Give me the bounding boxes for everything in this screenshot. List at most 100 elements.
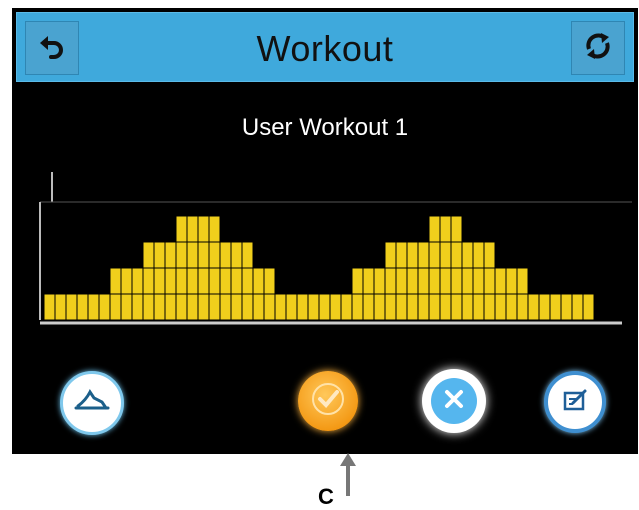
chart-bar-cell: [175, 293, 188, 321]
chart-bar-cell: [395, 293, 408, 321]
chart-bar-cell: [186, 215, 199, 243]
chart-bar-cell: [439, 241, 452, 269]
chart-bar-cell: [505, 267, 518, 295]
chart-bar-cell: [461, 241, 474, 269]
chart-bar-cell: [483, 293, 496, 321]
chart-bar-cell: [208, 241, 221, 269]
chart-bar-cell: [439, 267, 452, 295]
chart-bar-cell: [516, 267, 529, 295]
annotation-label: C: [318, 484, 334, 509]
chart-bar-cell: [54, 293, 67, 321]
chart-bar-cell: [505, 293, 518, 321]
chart-bar-cell: [417, 241, 430, 269]
chart-bar-cell: [439, 215, 452, 243]
chart-bar-cell: [406, 267, 419, 295]
chart-bar-cell: [450, 215, 463, 243]
chart-bar-cell: [450, 241, 463, 269]
chart-bar-cell: [384, 293, 397, 321]
chart-bar-cell: [439, 293, 452, 321]
chart-bar-cell: [351, 293, 364, 321]
chart-bar-cell: [186, 293, 199, 321]
edit-pencil-icon: [560, 385, 590, 420]
exit-button[interactable]: [60, 371, 124, 435]
chart-bar-cell: [428, 241, 441, 269]
chart-bar-cell: [527, 293, 540, 321]
chart-bar-cell: [43, 293, 56, 321]
chart-bar-cell: [98, 293, 111, 321]
chart-bar-cell: [164, 241, 177, 269]
chart-bar-cell: [252, 293, 265, 321]
chart-bar-cell: [197, 241, 210, 269]
chart-bar-cell: [560, 293, 573, 321]
chart-bar-cell: [109, 293, 122, 321]
chart-bar-cell: [472, 241, 485, 269]
chart-bar-cell: [186, 241, 199, 269]
page-title: Workout: [256, 28, 394, 69]
workout-profile-chart: [12, 168, 638, 338]
chart-bar-cell: [175, 241, 188, 269]
chart-bar-cell: [197, 215, 210, 243]
chart-bar-cell: [197, 293, 210, 321]
chart-bar-cell: [340, 293, 353, 321]
chart-bar-cell: [263, 267, 276, 295]
annotation-arrow-icon: [339, 452, 357, 503]
chart-bar-cell: [461, 293, 474, 321]
chart-bar-cell: [208, 293, 221, 321]
chart-bar-cell: [461, 267, 474, 295]
chart-bar-cell: [538, 293, 551, 321]
chart-bar-cell: [219, 293, 232, 321]
chart-bar-cell: [307, 293, 320, 321]
chart-bar-cell: [252, 267, 265, 295]
chart-bar-cell: [219, 241, 232, 269]
chart-bar-cell: [175, 267, 188, 295]
chart-bar-cell: [450, 267, 463, 295]
chart-bar-cell: [230, 241, 243, 269]
chart-bar-cell: [329, 293, 342, 321]
chart-bar-cell: [417, 267, 430, 295]
chart-bar-cell: [65, 293, 78, 321]
edit-button[interactable]: [544, 371, 606, 433]
chart-bar-cell: [153, 241, 166, 269]
refresh-arrows-icon: [581, 29, 615, 68]
refresh-button[interactable]: [571, 21, 625, 75]
chart-bar-cell: [406, 293, 419, 321]
title-bar: Workout: [16, 12, 634, 82]
chart-bar-cell: [274, 293, 287, 321]
chart-bar-cell: [296, 293, 309, 321]
chart-bar-cell: [516, 293, 529, 321]
chart-bar-cell: [131, 293, 144, 321]
chart-bar-cell: [373, 293, 386, 321]
chart-bar-cell: [219, 267, 232, 295]
confirm-button[interactable]: [298, 371, 358, 431]
chart-bar-cell: [428, 267, 441, 295]
chart-bar-cell: [175, 215, 188, 243]
chart-bar-cell: [395, 241, 408, 269]
chart-bar-cell: [153, 267, 166, 295]
chart-bar-cell: [582, 293, 595, 321]
chart-bar-cell: [186, 267, 199, 295]
chart-bar-cell: [120, 293, 133, 321]
chart-bar-cell: [351, 267, 364, 295]
cancel-button[interactable]: [422, 369, 486, 433]
chart-bar-cell: [549, 293, 562, 321]
chart-bar-cell: [384, 241, 397, 269]
chart-bar-cell: [197, 267, 210, 295]
chart-bar-cell: [142, 293, 155, 321]
chart-bar-cell: [208, 215, 221, 243]
chart-bar-cell: [285, 293, 298, 321]
device-screen: Workout User Workout 1: [12, 8, 638, 454]
check-icon: [311, 382, 345, 421]
chart-bar-cell: [417, 293, 430, 321]
chart-bar-cell: [428, 293, 441, 321]
chart-bar-cell: [571, 293, 584, 321]
chart-bar-cell: [395, 267, 408, 295]
chart-bar-cell: [450, 293, 463, 321]
chart-bar-cell: [164, 267, 177, 295]
chart-bar-cell: [208, 267, 221, 295]
chart-bar-cell: [494, 267, 507, 295]
x-icon: [442, 387, 466, 416]
chart-bar-cell: [241, 293, 254, 321]
chart-bar-cell: [384, 267, 397, 295]
chart-bar-cell: [362, 267, 375, 295]
chart-bar-cell: [318, 293, 331, 321]
